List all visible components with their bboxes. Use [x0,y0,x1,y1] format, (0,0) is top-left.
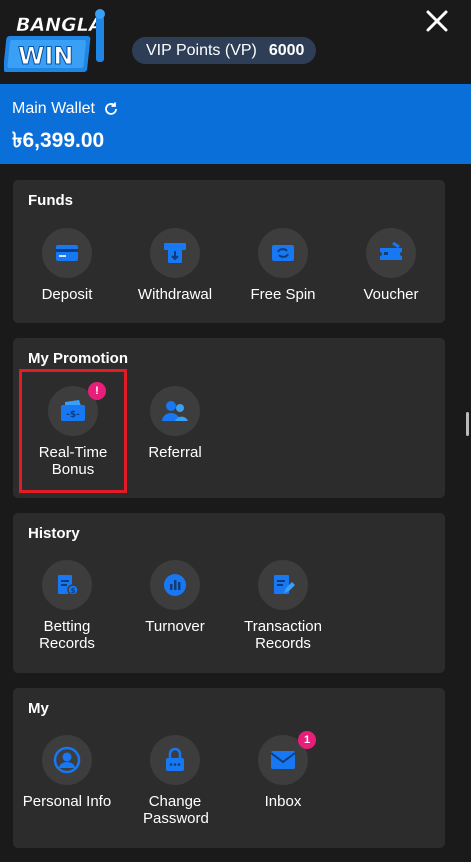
voucher-button[interactable]: Voucher [337,228,445,303]
inbox-button[interactable]: 1 Inbox [229,731,337,810]
betting-records-button[interactable]: $ Betting Records [13,560,121,652]
free-spin-label: Free Spin [250,286,316,303]
refresh-icon[interactable] [103,101,119,117]
history-section: History $ Betting Records Turnover Trans… [13,513,445,673]
real-time-bonus-button[interactable]: -$- ! Real-Time Bonus [19,382,127,478]
wallet-money-icon: -$- ! [48,382,106,436]
section-title-funds: Funds [28,192,73,209]
vip-points-label: VIP Points (VP) [146,41,257,59]
referral-label: Referral [148,444,202,461]
voucher-label: Voucher [363,286,419,303]
inbox-label: Inbox [264,793,302,810]
users-icon [150,386,200,436]
free-spin-icon [258,228,308,278]
transaction-records-icon [258,560,308,610]
deposit-label: Deposit [41,286,93,303]
main-wallet-panel: Main Wallet ৳6,399.00 [0,84,471,164]
vip-points-value: 6000 [268,41,305,59]
deposit-button[interactable]: Deposit [13,228,121,303]
real-time-bonus-label: Real-Time Bonus [38,444,108,478]
scrollbar-handle[interactable] [466,412,469,436]
section-title-history: History [28,525,80,542]
funds-section: Funds Deposit Withdrawal Free Spin Vouch… [13,180,445,323]
change-password-label: Change Password [143,793,209,827]
vip-points-pill[interactable]: VIP Points (VP) 6000 [132,37,316,64]
transaction-records-button[interactable]: Transaction Records [229,560,337,652]
withdrawal-button[interactable]: Withdrawal [121,228,229,303]
main-wallet-label: Main Wallet [12,100,95,117]
lock-icon [150,735,200,785]
personal-info-label: Personal Info [22,793,112,810]
svg-text:BANGLA: BANGLA [16,14,104,36]
turnover-chart-icon [150,560,200,610]
withdrawal-atm-icon [150,228,200,278]
voucher-ticket-icon [366,228,416,278]
mail-icon: 1 [258,731,316,785]
deposit-card-icon [42,228,92,278]
referral-button[interactable]: Referral [121,386,229,461]
svg-text:WIN: WIN [18,42,74,70]
close-icon[interactable] [422,6,452,36]
inbox-unread-badge: 1 [298,731,316,749]
svg-text:-$-: -$- [66,410,80,420]
withdrawal-label: Withdrawal [137,286,213,303]
personal-info-button[interactable]: Personal Info [13,735,121,810]
section-title-promotion: My Promotion [28,350,128,367]
turnover-button[interactable]: Turnover [121,560,229,635]
wallet-balance: ৳6,399.00 [12,129,105,152]
change-password-button[interactable]: Change Password [121,735,229,827]
header: BANGLA WIN VIP Points (VP) 6000 [0,0,471,84]
transaction-records-label: Transaction Records [244,618,322,652]
brand-logo[interactable]: BANGLA WIN [4,4,114,76]
my-section: My Personal Info Change Password 1 Inbox [13,688,445,848]
user-profile-icon [42,735,92,785]
bonus-alert-badge: ! [88,382,106,400]
betting-records-icon: $ [42,560,92,610]
turnover-label: Turnover [145,618,205,635]
section-title-my: My [28,700,49,717]
svg-text:$: $ [71,587,76,595]
free-spin-button[interactable]: Free Spin [229,228,337,303]
betting-records-label: Betting Records [39,618,95,652]
promotion-section: My Promotion -$- ! Real-Time Bonus Refer… [13,338,445,498]
